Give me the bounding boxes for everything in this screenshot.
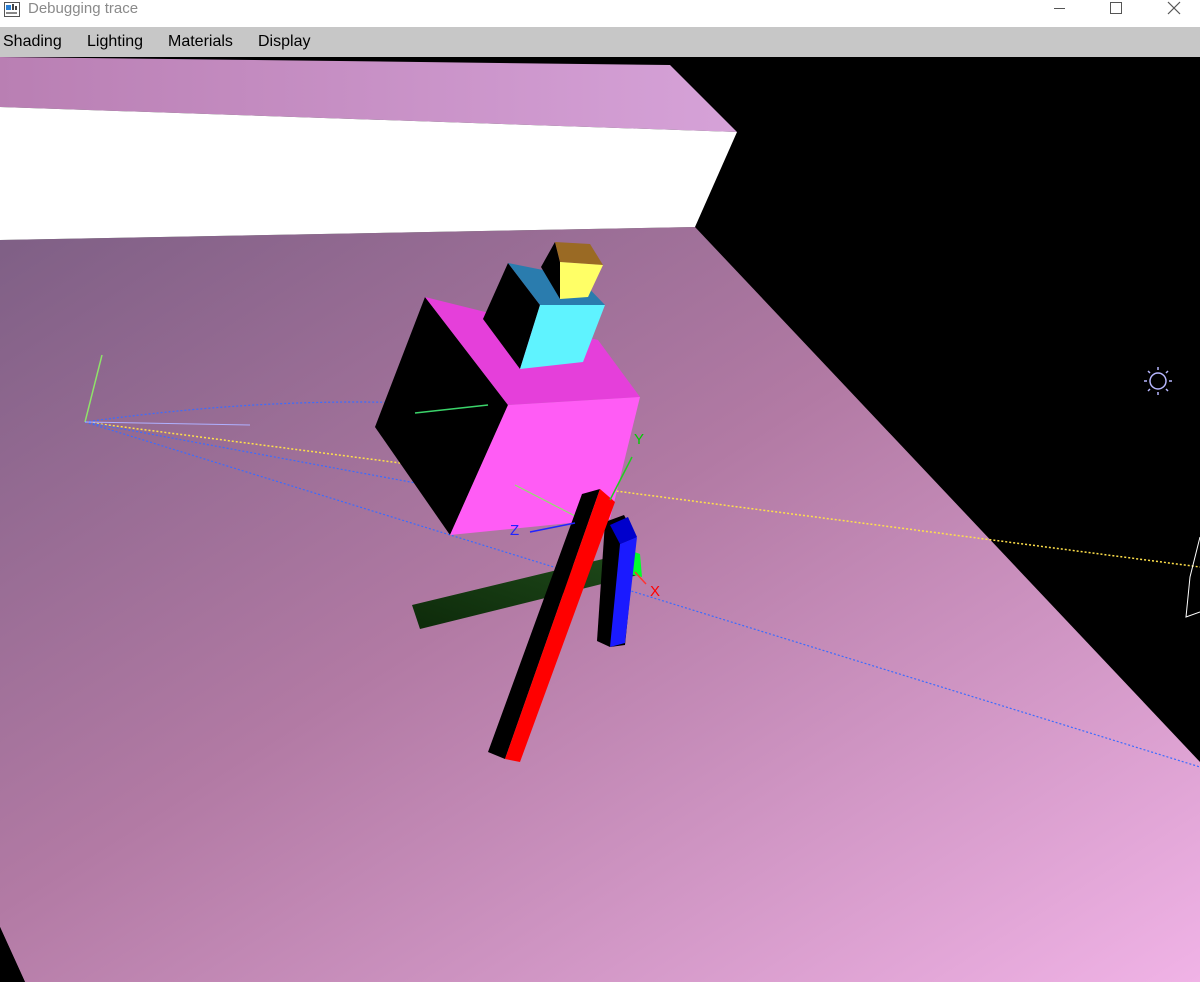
3d-viewport[interactable]: Y Z X bbox=[0, 57, 1200, 982]
menu-bar: Shading Lighting Materials Display bbox=[0, 27, 1200, 57]
maximize-icon bbox=[1110, 2, 1122, 14]
axis-z-label: Z bbox=[510, 522, 519, 539]
axis-y-label: Y bbox=[634, 431, 644, 448]
axis-x-label: X bbox=[650, 583, 660, 600]
scene-canvas: Y Z X bbox=[0, 57, 1200, 982]
close-button[interactable] bbox=[1145, 0, 1200, 18]
window-title: Debugging trace bbox=[28, 0, 139, 17]
menu-materials[interactable]: Materials bbox=[168, 27, 233, 57]
minimize-icon bbox=[1054, 8, 1065, 9]
maximize-button[interactable] bbox=[1087, 0, 1145, 18]
menu-display[interactable]: Display bbox=[258, 27, 310, 57]
minimize-button[interactable] bbox=[1030, 0, 1088, 18]
title-bar[interactable]: Debugging trace bbox=[0, 0, 1200, 27]
menu-shading[interactable]: Shading bbox=[3, 27, 62, 57]
opengl-app-icon bbox=[4, 2, 20, 17]
app-window: Debugging trace Shading Lighting Materia… bbox=[0, 0, 1200, 982]
menu-lighting[interactable]: Lighting bbox=[87, 27, 143, 57]
close-icon bbox=[1167, 1, 1181, 15]
